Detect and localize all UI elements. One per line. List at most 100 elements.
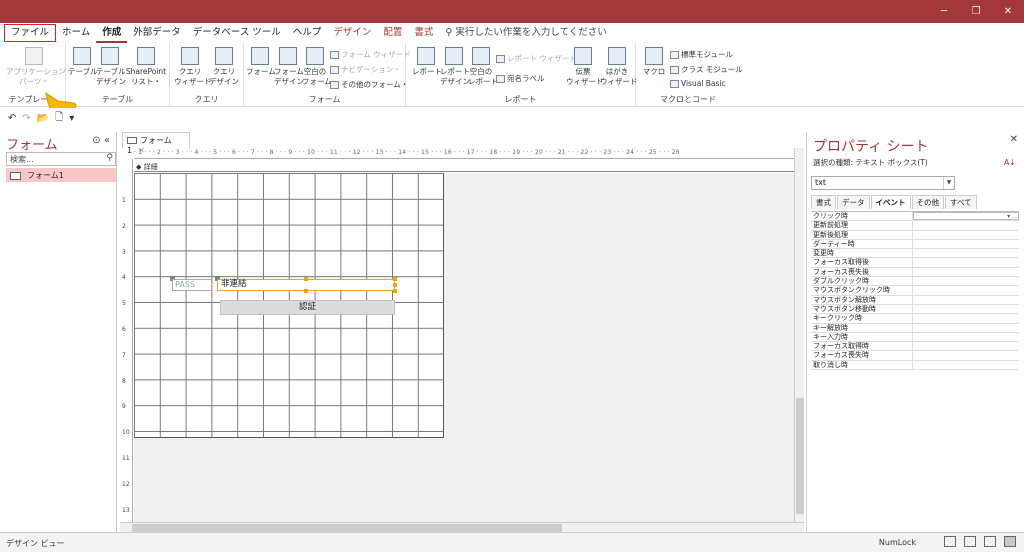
scroll-thumb[interactable] [132,524,562,532]
tab-arrange[interactable]: 配置 [377,23,408,43]
resize-handle[interactable] [393,289,397,293]
table-design-button[interactable]: テーブル デザイン [96,47,126,87]
resize-handle[interactable] [304,277,308,281]
auth-button[interactable]: 認証 [220,300,395,315]
object-combo[interactable]: txt ▼ [811,176,955,190]
layout-view-icon[interactable] [964,536,976,547]
property-tab[interactable]: その他 [911,195,944,209]
tab-design[interactable]: デザイン [327,23,377,43]
property-row[interactable]: フォーカス取得時 [811,342,1019,352]
pass-label[interactable]: PASS [172,279,212,291]
scroll-thumb[interactable] [796,398,804,514]
chevron-down-icon[interactable]: ▼ [943,177,954,189]
property-value[interactable] [913,296,1019,304]
property-value[interactable] [913,314,1019,322]
form-wizard-button[interactable]: フォーム ウィザード [330,49,411,60]
blank-form-button[interactable]: 空白の フォーム [302,47,332,87]
property-row[interactable]: キー解放時 [811,323,1019,333]
resize-handle[interactable] [393,277,397,281]
undo-icon[interactable]: ↶ [8,113,16,124]
sharepoint-list-button[interactable]: SharePoint リスト・ [124,47,168,87]
resize-handle[interactable] [304,289,308,293]
property-row[interactable]: ダブルクリック時 [811,277,1019,287]
property-row[interactable]: クリック時 ▾ … [811,212,1019,222]
property-row[interactable]: 取り消し時 [811,360,1019,371]
navigation-button[interactable]: ナビゲーション・ [330,64,401,75]
close-icon[interactable]: ✕ [992,0,1024,23]
nav-title[interactable]: フォーム [6,134,58,153]
property-value[interactable]: ▾ … [913,212,1019,221]
property-value[interactable] [913,221,1019,229]
tab-external-data[interactable]: 外部データ [127,23,187,43]
property-row[interactable]: 更新後処理 [811,230,1019,240]
property-value[interactable] [913,333,1019,341]
property-value[interactable] [913,286,1019,294]
property-row[interactable]: マウスボタンクリック時 [811,286,1019,296]
property-row[interactable]: フォーカス取得後 [811,258,1019,268]
datasheet-view-icon[interactable] [984,536,996,547]
postcard-wizard-button[interactable]: はがき ウィザード [600,47,638,87]
table-button[interactable]: テーブル [68,47,98,77]
property-value[interactable] [913,305,1019,313]
tab-file[interactable]: ファイル [4,24,57,42]
restore-icon[interactable]: ❐ [960,0,992,23]
tab-create[interactable]: 作成 [96,23,128,43]
labels-button[interactable]: 宛名ラベル [496,73,545,84]
property-tab[interactable]: すべて [945,195,977,209]
property-value[interactable] [913,231,1019,239]
builder-icon[interactable]: ▾ … [1007,213,1018,221]
blank-report-button[interactable]: 空白の レポート [468,47,498,87]
query-wizard-button[interactable]: クエリ ウィザード [174,47,212,87]
redo-icon[interactable]: ↷ [22,113,30,124]
tab-help[interactable]: ヘルプ [287,23,328,43]
form-view-icon[interactable] [944,536,956,547]
customize-qat-icon[interactable]: ▾ [69,113,74,124]
report-design-button[interactable]: レポート デザイン [440,47,470,87]
horizontal-scrollbar[interactable] [120,522,804,532]
application-parts-button[interactable]: アプリケーション パーツ・ [6,47,66,87]
query-design-button[interactable]: クエリ デザイン [208,47,240,87]
property-row[interactable]: キー入力時 [811,332,1019,343]
module-button[interactable]: 標準モジュール [670,49,733,60]
design-view-icon[interactable] [1004,536,1016,547]
visual-basic-button[interactable]: Visual Basic [670,79,726,88]
property-value[interactable] [913,277,1019,285]
property-tab[interactable]: イベント [870,195,911,209]
property-row[interactable]: フォーカス喪失時 [811,351,1019,361]
resize-handle[interactable] [393,283,397,287]
class-module-button[interactable]: クラス モジュール [670,64,743,75]
property-tab[interactable]: データ [837,195,870,209]
form-button[interactable]: フォーム [246,47,276,77]
property-value[interactable] [913,361,1019,369]
report-button[interactable]: レポート [412,47,442,77]
property-tab[interactable]: 書式 [811,195,836,209]
vertical-scrollbar[interactable] [794,148,804,522]
property-value[interactable] [913,249,1019,257]
property-value[interactable] [913,342,1019,350]
property-row[interactable]: 変更時 [811,249,1019,259]
nav-menu-icon[interactable]: ⊙ [92,135,100,146]
new-icon[interactable]: 🗋 [55,110,63,127]
collapse-icon[interactable]: « [104,135,110,146]
nav-search-input[interactable]: 検索... ⚲ [6,152,116,166]
document-tab[interactable]: フォーム1 ✕ [122,132,190,155]
property-value[interactable] [913,240,1019,248]
property-value[interactable] [913,324,1019,332]
property-row[interactable]: キークリック時 [811,314,1019,324]
property-row[interactable]: ダーティー時 [811,239,1019,250]
sort-icon[interactable]: A↓ [1004,158,1016,167]
more-forms-button[interactable]: その他のフォーム・ [330,79,408,90]
nav-item-form1[interactable]: フォーム1 [6,168,116,182]
tell-me-search[interactable]: ⚲ 実行したい作業を入力してください [439,23,612,43]
property-row[interactable]: マウスボタン移動時 [811,304,1019,315]
minimize-icon[interactable]: ─ [928,0,960,23]
property-value[interactable] [913,351,1019,359]
property-value[interactable] [913,258,1019,266]
property-row[interactable]: マウスボタン解放時 [811,295,1019,305]
open-icon[interactable]: 📂 [37,113,49,124]
macro-button[interactable]: マクロ [640,47,668,77]
search-icon[interactable]: ⚲ [106,153,113,163]
slip-wizard-button[interactable]: 伝票 ウィザード [566,47,604,87]
report-wizard-button[interactable]: レポート ウィザード [496,53,577,64]
property-value[interactable] [913,268,1019,276]
